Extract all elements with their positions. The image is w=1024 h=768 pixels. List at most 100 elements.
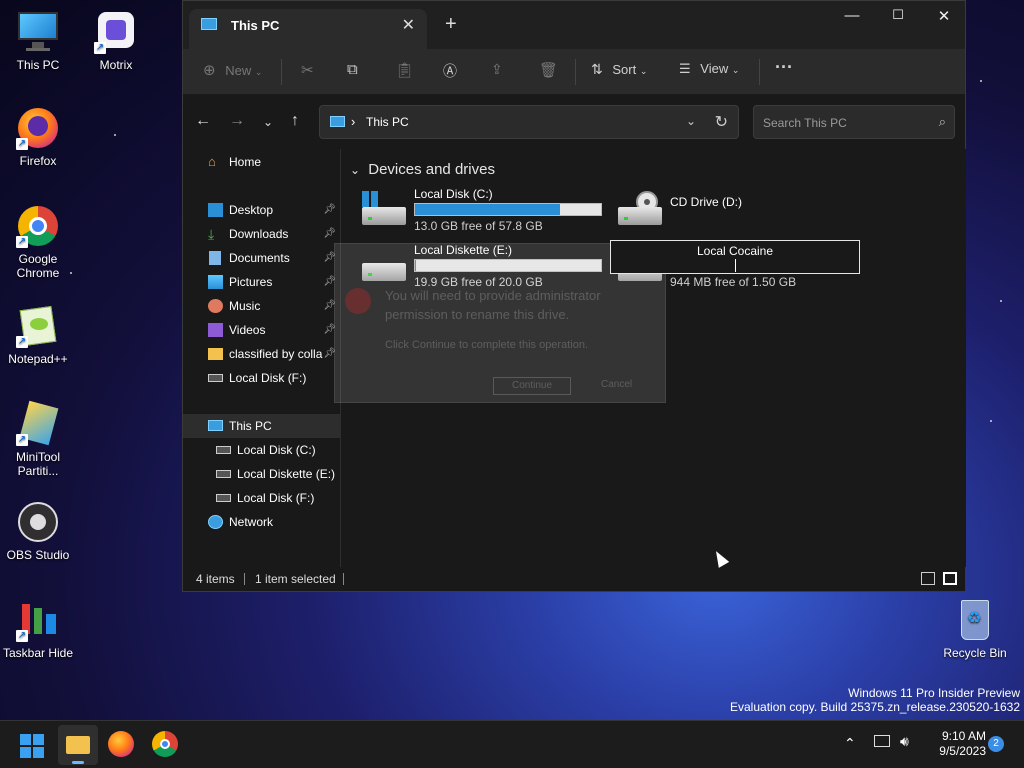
chevron-down-icon: ⌄ (639, 66, 648, 76)
clock[interactable]: 9:10 AM 9/5/2023 (922, 729, 986, 759)
delete-icon[interactable]: 🗑︎ (539, 61, 558, 79)
status-separator (244, 573, 245, 585)
chevron-down-icon: ⌄ (350, 163, 361, 177)
nav-label: Local Disk (F:) (229, 371, 307, 385)
desktop-icon-taskbar-hide[interactable]: ↗ Taskbar Hide (0, 598, 76, 660)
rename-icon[interactable]: Ⓐ (443, 61, 457, 81)
nav-item-local-diskette-e[interactable]: Local Diskette (E:) (183, 462, 340, 486)
status-separator (343, 573, 344, 585)
forward-button[interactable]: → (229, 112, 245, 130)
nav-item-local-disk-c[interactable]: Local Disk (C:) (183, 438, 340, 462)
cut-icon[interactable]: ✂ (301, 61, 314, 79)
desktop-icon-firefox[interactable]: ↗ Firefox (0, 106, 76, 168)
minimize-button[interactable]: — (829, 7, 875, 27)
maximize-button[interactable]: ☐ (875, 7, 921, 27)
desktop-icon-recycle-bin[interactable]: ♻ Recycle Bin (937, 598, 1013, 660)
desktop-icon-label: Taskbar Hide (2, 646, 74, 660)
nav-item-network[interactable]: Network (183, 510, 340, 534)
star (990, 420, 992, 422)
nav-label: Desktop (229, 203, 274, 217)
more-options-icon[interactable]: ··· (775, 57, 793, 78)
view-button[interactable]: ☰ View ⌄ (679, 61, 739, 77)
sort-button[interactable]: ⇅ Sort ⌄ (591, 61, 647, 78)
address-bar[interactable]: › This PC ⌄ ↻ (319, 105, 739, 139)
tab-this-pc[interactable]: This PC ✕ (189, 9, 427, 49)
drive-icon (216, 470, 231, 478)
show-hidden-icons-chevron-up-icon[interactable]: ⌃ (844, 735, 856, 752)
nav-label: Documents (229, 251, 290, 265)
desktop-icon-minitool[interactable]: ↗ MiniTool Partiti... (0, 400, 76, 478)
star (980, 80, 982, 82)
taskbar-file-explorer[interactable] (58, 725, 98, 765)
desktop-icon-obs[interactable]: OBS Studio (0, 500, 76, 562)
minitool-partition-icon: ↗ (16, 400, 60, 446)
shortcut-arrow-icon: ↗ (16, 138, 28, 150)
nav-item-pictures[interactable]: Pictures 📌︎ (183, 270, 340, 294)
details-view-icon[interactable] (921, 572, 935, 585)
search-box[interactable]: Search This PC ⌕ (753, 105, 955, 139)
close-window-button[interactable]: ✕ (921, 7, 967, 27)
continue-button[interactable]: Continue (493, 377, 571, 395)
rename-input[interactable]: Local Cocaine (610, 240, 860, 274)
title-bar[interactable]: This PC ✕ + — ☐ ✕ (183, 1, 965, 49)
new-button[interactable]: ⊕ New ⌄ (203, 61, 262, 79)
nav-item-this-pc[interactable]: This PC (183, 414, 340, 438)
copy-icon[interactable]: ⧉ (347, 61, 358, 78)
recycle-bin-icon: ♻ (953, 598, 997, 642)
chevron-down-icon: ⌄ (254, 67, 263, 77)
desktop-icon-motrix[interactable]: ↗ Motrix (78, 10, 154, 72)
nav-label: Home (229, 155, 262, 169)
taskbar-firefox-icon[interactable] (108, 731, 134, 757)
paste-icon[interactable]: 📋︎ (395, 61, 414, 79)
selection-count: 1 item selected (255, 572, 336, 586)
cd-drive-icon (618, 191, 662, 227)
nav-item-music[interactable]: Music 📌︎ (183, 294, 340, 318)
nav-item-local-disk-f-quick[interactable]: Local Disk (F:) (183, 366, 340, 390)
drive-tile-c[interactable]: Local Disk (C:) 13.0 GB free of 57.8 GB (362, 187, 612, 237)
drive-icon (216, 494, 231, 502)
nav-label: Local Disk (F:) (237, 491, 315, 505)
nav-item-documents[interactable]: Documents 📌︎ (183, 246, 340, 270)
start-button[interactable] (20, 734, 44, 758)
nav-item-home[interactable]: ⌂ Home (183, 150, 340, 174)
toolbar-separator (575, 59, 576, 85)
network-status-icon[interactable] (874, 735, 890, 747)
nav-item-desktop[interactable]: Desktop 📌︎ (183, 198, 340, 222)
group-header-devices[interactable]: ⌄ Devices and drives (350, 161, 495, 178)
nav-item-downloads[interactable]: ⤓ Downloads 📌︎ (183, 222, 340, 246)
folder-icon (208, 348, 223, 360)
desktop-icon-chrome[interactable]: ↗ Google Chrome (0, 204, 76, 280)
desktop-icon-label: This PC (16, 58, 60, 72)
nav-item-classified-folder[interactable]: classified by colla 📌︎ (183, 342, 340, 366)
dialog-message: permission to rename this drive. (385, 307, 570, 322)
refresh-icon[interactable]: ↻ (715, 112, 728, 132)
chevron-down-icon[interactable]: ⌄ (686, 114, 696, 128)
new-tab-button[interactable]: + (445, 13, 457, 36)
nav-item-videos[interactable]: Videos 📌︎ (183, 318, 340, 342)
taskbar-hide-icon: ↗ (16, 598, 60, 642)
volume-icon[interactable]: 🔊︎ (900, 733, 909, 750)
back-button[interactable]: ← (195, 112, 211, 130)
notification-badge[interactable]: 2 (988, 736, 1004, 752)
taskbar-chrome-icon[interactable] (152, 731, 178, 757)
drive-tile-d[interactable]: CD Drive (D:) (618, 187, 868, 237)
desktop-icon-notepadpp[interactable]: ↗ Notepad++ (0, 304, 76, 366)
pin-icon[interactable]: 📌︎ (323, 198, 336, 222)
up-button[interactable]: ↑ (291, 112, 299, 130)
address-path[interactable]: This PC (366, 115, 409, 129)
command-bar: ⊕ New ⌄ ✂ ⧉ 📋︎ Ⓐ ⇪ 🗑︎ ⇅ Sort ⌄ ☰ View ⌄ … (183, 49, 965, 95)
nav-item-local-disk-f[interactable]: Local Disk (F:) (183, 486, 340, 510)
large-icons-view-icon[interactable] (943, 572, 957, 585)
nav-label: classified by colla (229, 347, 323, 361)
chevron-down-icon: ⌄ (731, 65, 740, 75)
desktop-icon-this-pc[interactable]: This PC (0, 10, 76, 72)
home-icon: ⌂ (208, 154, 216, 169)
toolbar-separator (281, 59, 282, 85)
cancel-button[interactable]: Cancel (601, 379, 632, 390)
close-tab-icon[interactable]: ✕ (402, 15, 415, 35)
recent-locations-button[interactable]: ⌄ (263, 115, 273, 129)
navigation-pane: ⌂ Home Desktop 📌︎ ⤓ Downloads 📌︎ Documen… (183, 149, 341, 567)
share-icon[interactable]: ⇪ (491, 61, 503, 78)
windows-logo-icon (20, 747, 31, 758)
firefox-icon: ↗ (16, 106, 60, 150)
